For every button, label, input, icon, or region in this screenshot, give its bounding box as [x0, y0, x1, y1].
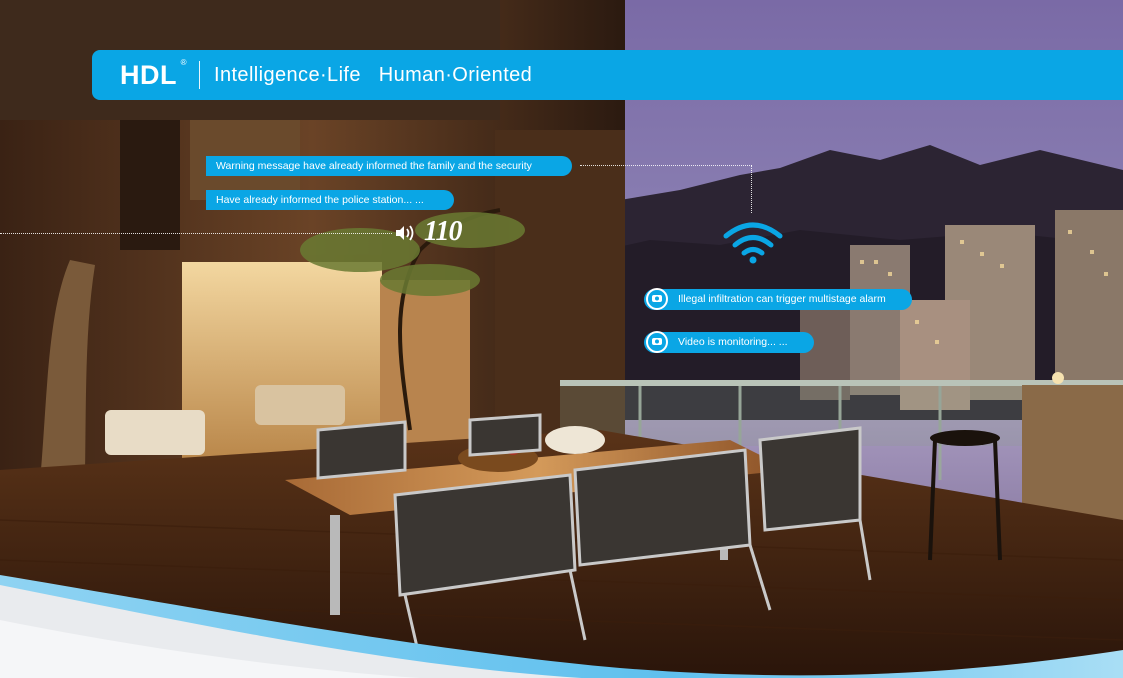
alert-family-informed: Warning message have already informed th…: [206, 156, 572, 176]
wifi-icon: [722, 220, 784, 269]
alert-police-informed: Have already informed the police station…: [206, 190, 454, 210]
connector-line-top: [580, 165, 752, 166]
camera-icon: [646, 331, 668, 353]
logo-text: HDL: [120, 59, 177, 90]
banner-divider: [199, 61, 200, 89]
brand-tagline: Intelligence·Life Human·Oriented: [214, 63, 533, 86]
connector-line-left: [0, 233, 392, 234]
terrace-night-photo: [0, 0, 1123, 678]
hdl-logo: HDL ®: [120, 58, 186, 91]
connector-line-vertical: [751, 165, 752, 213]
speaker-icon: [394, 223, 420, 248]
emergency-number: 110: [424, 216, 462, 247]
camera-icon: [646, 288, 668, 310]
registered-mark: ®: [180, 57, 187, 67]
brand-banner: HDL ® Intelligence·Life Human·Oriented: [92, 50, 1123, 100]
alert-multistage-alarm: Illegal infiltration can trigger multist…: [644, 289, 912, 310]
hero-stage: HDL ® Intelligence·Life Human·Oriented Wa…: [0, 0, 1123, 678]
alert-video-monitoring: Video is monitoring... ...: [644, 332, 814, 353]
